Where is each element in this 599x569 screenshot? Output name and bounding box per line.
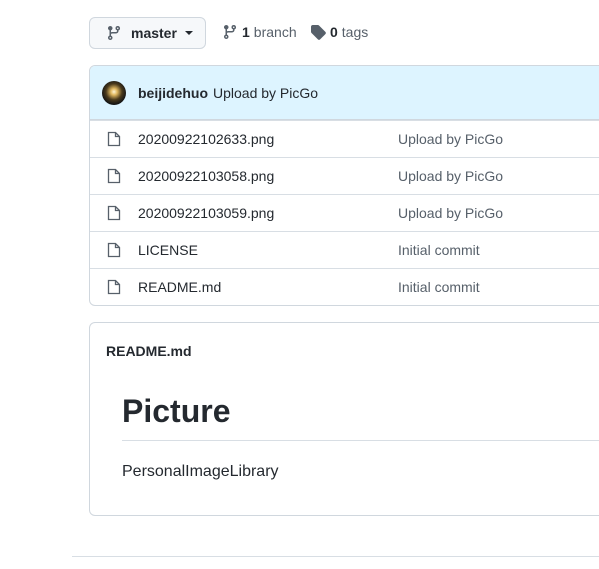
file-row[interactable]: 20200922103059.png Upload by PicGo: [90, 194, 599, 231]
caret-down-icon: [184, 31, 193, 35]
tags-link[interactable]: 0 tags: [310, 24, 368, 40]
git-branch-icon: [223, 25, 236, 40]
file-name-link[interactable]: LICENSE: [138, 242, 198, 258]
file-name-link[interactable]: README.md: [138, 279, 221, 295]
file-row[interactable]: README.md Initial commit: [90, 268, 599, 305]
file-icon: [107, 242, 121, 258]
readme-body-text: PersonalImageLibrary: [122, 463, 279, 480]
file-icon: [107, 131, 121, 147]
file-icon: [107, 168, 121, 184]
file-icon: [107, 205, 121, 221]
file-row[interactable]: 20200922102633.png Upload by PicGo: [90, 120, 599, 157]
footer-divider: [72, 556, 599, 557]
branch-count: 1: [242, 24, 250, 40]
file-commit-link[interactable]: Upload by PicGo: [398, 168, 503, 184]
file-name-link[interactable]: 20200922103058.png: [138, 168, 274, 184]
avatar[interactable]: [102, 80, 126, 105]
commit-message-link[interactable]: Upload by PicGo: [213, 85, 318, 101]
file-name-link[interactable]: 20200922102633.png: [138, 131, 274, 147]
readme-panel: README.md Picture PersonalImageLibrary: [89, 322, 599, 516]
file-commit-link[interactable]: Initial commit: [398, 242, 480, 258]
repository-page: master 1 branch 0 tags beijidehuo Upload…: [0, 0, 599, 569]
file-name-link[interactable]: 20200922103059.png: [138, 205, 274, 221]
file-commit-link[interactable]: Upload by PicGo: [398, 131, 503, 147]
tag-icon: [311, 25, 326, 40]
latest-commit-bar: beijidehuo Upload by PicGo: [90, 66, 599, 120]
readme-file-label[interactable]: README.md: [106, 343, 192, 359]
branches-link[interactable]: 1 branch: [222, 24, 297, 40]
branch-selector-button[interactable]: master: [89, 17, 206, 49]
file-row[interactable]: 20200922103058.png Upload by PicGo: [90, 157, 599, 194]
file-commit-link[interactable]: Upload by PicGo: [398, 205, 503, 221]
branch-count-label: branch: [253, 24, 297, 40]
file-list: beijidehuo Upload by PicGo 2020092210263…: [89, 65, 599, 306]
file-icon: [107, 279, 121, 295]
tag-count: 0: [330, 24, 338, 40]
branch-selector-label: master: [131, 25, 177, 41]
readme-heading: Picture: [122, 393, 599, 441]
git-branch-icon: [106, 25, 122, 41]
file-commit-link[interactable]: Initial commit: [398, 279, 480, 295]
commit-author-link[interactable]: beijidehuo: [138, 85, 208, 101]
file-row[interactable]: LICENSE Initial commit: [90, 231, 599, 268]
tag-count-label: tags: [341, 24, 369, 40]
